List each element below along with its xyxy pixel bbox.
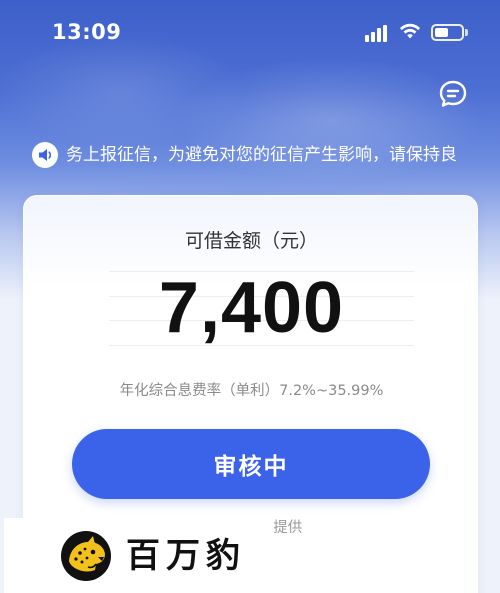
notice-bar[interactable]: 务上报征信，为避免对您的征信产生影响，请保持良 (28, 140, 500, 170)
loan-amount: 7,400 (158, 268, 345, 348)
battery-cap (465, 29, 468, 36)
watermark: 百万豹 (4, 518, 274, 593)
notice-text: 务上报征信，为避免对您的征信产生影响，请保持良 (66, 145, 457, 165)
battery-icon (431, 24, 464, 41)
interest-rate: 年化综合息费率（单利）7.2%~35.99% (119, 383, 384, 399)
battery-level (435, 28, 448, 37)
amount-label: 可借金额（元） (184, 230, 318, 252)
wifi-icon (400, 23, 420, 39)
review-status-button[interactable]: 审核中 (72, 429, 430, 499)
status-time: 13:09 (52, 20, 122, 44)
speaker-icon (32, 142, 58, 168)
status-bar: 13:09 (0, 0, 500, 66)
signal-icon (365, 24, 391, 42)
leopard-icon (61, 531, 111, 581)
watermark-text: 百万豹 (126, 536, 246, 576)
chat-bubble-icon[interactable] (438, 79, 468, 109)
